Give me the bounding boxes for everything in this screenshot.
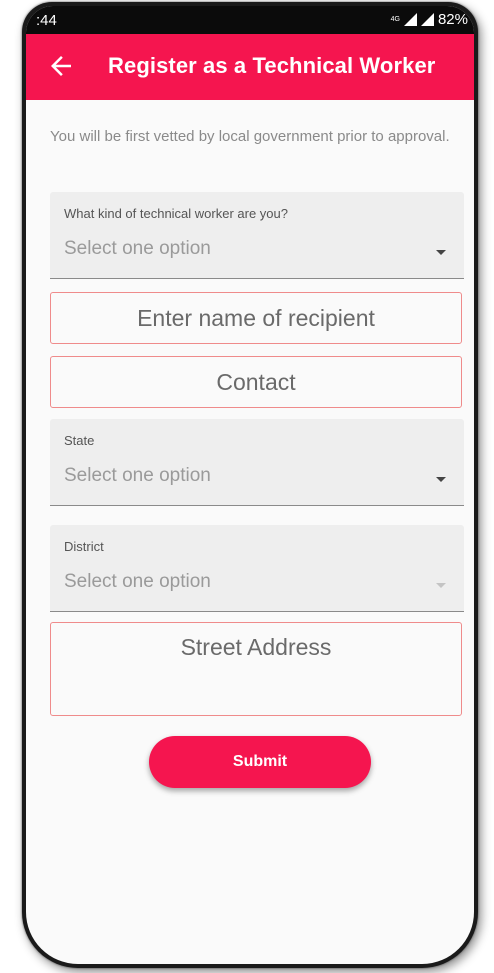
page-title: Register as a Technical Worker [108, 53, 436, 78]
state-dropdown[interactable]: State Select one option [50, 419, 464, 506]
worker-type-value: Select one option [64, 238, 211, 259]
district-value: Select one option [64, 571, 211, 592]
screen: :44 4G 82% Register as a Technical Worke… [26, 6, 474, 964]
district-label: District [64, 539, 104, 554]
status-time: :44 [36, 12, 57, 29]
worker-type-label: What kind of technical worker are you? [64, 206, 288, 221]
status-bar: :44 4G 82% [26, 6, 474, 34]
worker-type-dropdown[interactable]: What kind of technical worker are you? S… [50, 192, 464, 279]
caret-down-icon [436, 583, 446, 588]
recipient-name-field[interactable]: Enter name of recipient [50, 292, 462, 344]
battery-percent: 82% [437, 11, 468, 28]
app-bar: Register as a Technical Worker [26, 34, 474, 100]
submit-button[interactable]: Submit [149, 736, 371, 788]
district-dropdown[interactable]: District Select one option [50, 525, 464, 612]
caret-down-icon [436, 250, 446, 255]
street-address-field[interactable]: Street Address [50, 622, 462, 716]
signal-icon [403, 13, 417, 26]
contact-field[interactable]: Contact [50, 356, 462, 408]
street-address-placeholder: Street Address [180, 634, 332, 660]
network-type: 4G [390, 16, 400, 23]
caret-down-icon [436, 477, 446, 482]
recipient-name-placeholder: Enter name of recipient [137, 305, 375, 331]
signal-strength-icon [420, 13, 434, 26]
contact-placeholder: Contact [216, 369, 296, 395]
intro-text: You will be first vetted by local govern… [50, 128, 450, 145]
arrow-left-icon[interactable] [46, 51, 76, 81]
state-label: State [64, 433, 95, 448]
status-indicators: 4G 82% [391, 11, 468, 28]
state-value: Select one option [64, 465, 211, 486]
phone-frame: :44 4G 82% Register as a Technical Worke… [22, 2, 478, 968]
